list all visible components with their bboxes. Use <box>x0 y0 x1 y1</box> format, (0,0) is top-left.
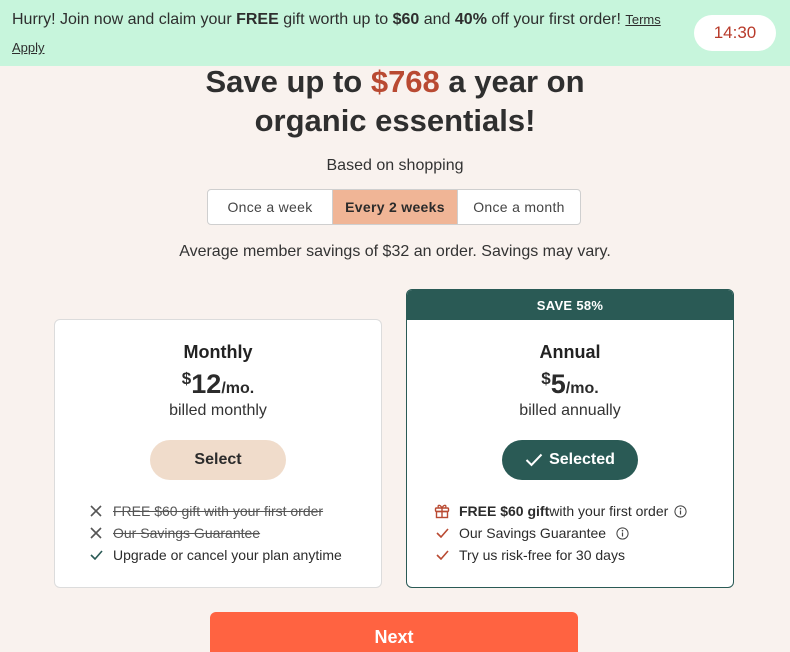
gift-icon <box>433 502 451 520</box>
savings-amount: $768 <box>370 64 440 99</box>
check-icon <box>433 524 451 542</box>
page-title: Save up to $768 a year on organic essent… <box>205 64 585 138</box>
countdown-timer: 14:30 <box>694 15 776 51</box>
tab-once-a-week[interactable]: Once a week <box>208 190 332 224</box>
plan-name: Monthly <box>183 342 253 362</box>
tab-once-a-month[interactable]: Once a month <box>457 190 580 224</box>
billing-period: billed annually <box>519 402 621 419</box>
check-icon <box>87 546 105 564</box>
plan-card-annual[interactable]: SAVE 58% Annual $5/mo. billed annually S… <box>406 289 734 588</box>
plan-name: Annual <box>539 342 601 362</box>
select-button[interactable]: Select <box>150 440 286 480</box>
selected-button[interactable]: Selected <box>502 440 638 480</box>
info-icon[interactable] <box>616 526 629 540</box>
next-button[interactable]: Next <box>210 612 578 652</box>
x-icon <box>87 502 105 520</box>
frequency-selector: Once a week Every 2 weeks Once a month <box>207 189 581 225</box>
promo-text: Hurry! Join now and claim your FREE gift… <box>12 11 661 55</box>
feature-item: FREE $60 gift with your first order <box>433 500 733 522</box>
feature-item: Upgrade or cancel your plan anytime <box>87 544 381 566</box>
feature-item: FREE $60 gift with your first order <box>87 500 381 522</box>
feature-item: Try us risk-free for 30 days <box>433 544 733 566</box>
x-icon <box>87 524 105 542</box>
check-icon <box>525 453 543 467</box>
info-icon[interactable] <box>674 504 687 518</box>
average-savings-note: Average member savings of $32 an order. … <box>179 243 611 260</box>
feature-list: FREE $60 gift with your first order Our … <box>87 500 381 566</box>
feature-item: Our Savings Guarantee <box>433 522 733 544</box>
plan-price: $5/mo. <box>541 369 599 399</box>
feature-item: Our Savings Guarantee <box>87 522 381 544</box>
promo-banner: Hurry! Join now and claim your FREE gift… <box>0 0 790 66</box>
billing-period: billed monthly <box>169 402 267 419</box>
frequency-label: Based on shopping <box>326 157 464 174</box>
plan-price: $12/mo. <box>181 369 255 399</box>
plan-card-monthly[interactable]: Monthly $12/mo. billed monthly Select FR… <box>54 319 382 588</box>
tab-every-2-weeks[interactable]: Every 2 weeks <box>332 190 457 224</box>
check-icon <box>433 546 451 564</box>
feature-list: FREE $60 gift with your first order Our … <box>433 500 733 566</box>
save-badge: SAVE 58% <box>407 290 733 320</box>
